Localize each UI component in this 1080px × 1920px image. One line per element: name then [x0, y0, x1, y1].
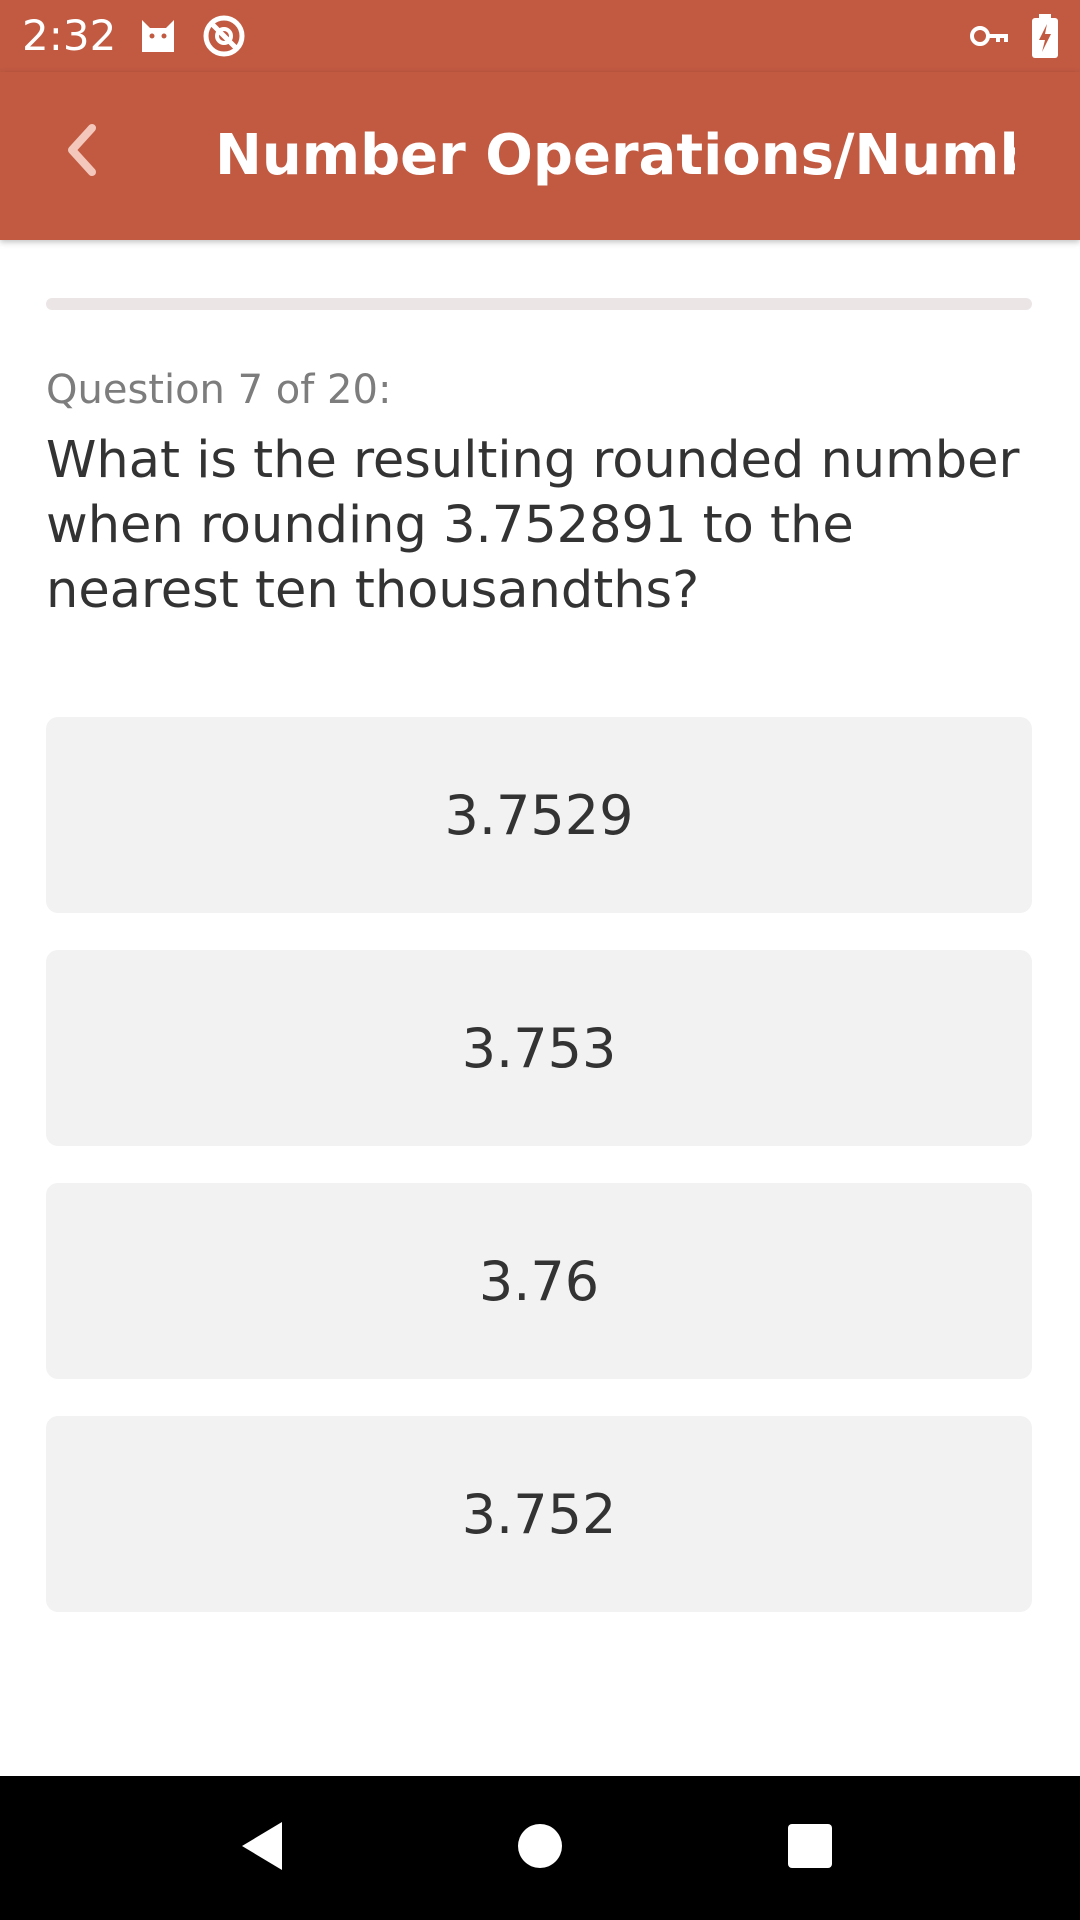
system-nav-bar [0, 1776, 1080, 1920]
app-bar: Number Operations/Numbe… [0, 72, 1080, 240]
nav-home-button[interactable] [498, 1806, 582, 1890]
nav-recents-button[interactable] [768, 1806, 852, 1890]
answer-list: 3.7529 3.753 3.76 3.752 [46, 717, 1032, 1649]
cat-notification-icon [136, 14, 180, 58]
status-time: 2:32 [22, 11, 117, 60]
answer-option-2[interactable]: 3.753 [46, 950, 1032, 1146]
back-triangle-icon [236, 1818, 292, 1878]
answer-option-3[interactable]: 3.76 [46, 1183, 1032, 1379]
screen: 2:32 Number Operations/Num Question 7 of… [0, 0, 1080, 1920]
nav-back-button[interactable] [222, 1806, 306, 1890]
blocked-icon [202, 14, 246, 58]
chevron-left-icon [62, 122, 102, 182]
question-text: What is the resulting rounded number whe… [46, 431, 1020, 620]
back-button[interactable] [42, 112, 122, 192]
answer-option-1[interactable]: 3.7529 [46, 717, 1032, 913]
battery-charging-icon [1030, 14, 1060, 58]
recents-square-icon [786, 1822, 834, 1874]
answer-option-4[interactable]: 3.752 [46, 1416, 1032, 1612]
page-title: Number Operations/Numbe… [215, 124, 1015, 188]
quiz-progress-bar [46, 298, 1032, 310]
status-bar: 2:32 [0, 0, 1080, 72]
vpn-key-icon [968, 14, 1012, 58]
home-circle-icon [515, 1821, 565, 1875]
question-counter: Question 7 of 20: [46, 367, 392, 413]
